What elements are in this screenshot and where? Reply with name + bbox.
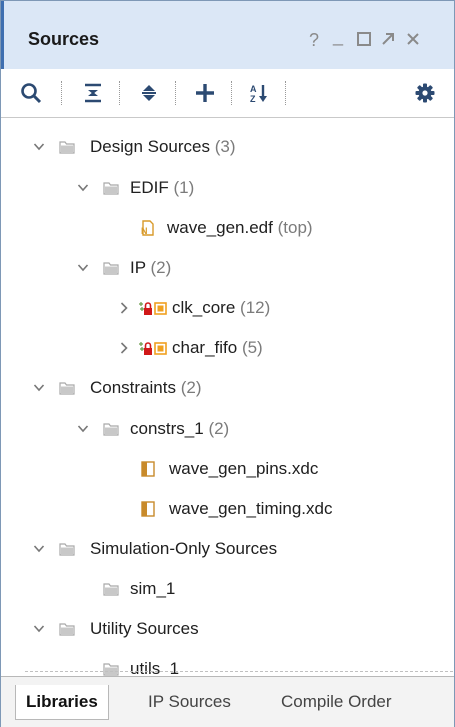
tree-node-timing-xdc[interactable]: wave_gen_timing.xdc <box>1 495 454 523</box>
chevron-down-icon[interactable] <box>33 535 45 563</box>
toolbar-separator <box>285 81 287 105</box>
chevron-right-icon[interactable] <box>118 334 130 362</box>
folder-icon <box>103 663 119 676</box>
add-sources-button[interactable] <box>191 79 219 107</box>
folder-icon <box>103 262 119 275</box>
settings-button[interactable] <box>411 79 439 107</box>
tree-node-utility-sources[interactable]: Utility Sources <box>1 615 454 643</box>
netlist-file-icon: N <box>141 220 154 236</box>
folder-icon <box>103 583 119 596</box>
collapse-all-button[interactable] <box>79 79 107 107</box>
sort-icon: A Z <box>250 84 267 104</box>
tab-compile-order[interactable]: Compile Order <box>271 685 402 719</box>
bottom-tab-bar: Libraries IP Sources Compile Order <box>1 676 454 727</box>
chevron-down-icon[interactable] <box>33 374 45 402</box>
tree-node-pins-xdc[interactable]: wave_gen_pins.xdc <box>1 455 454 483</box>
toolbar-separator <box>175 81 177 105</box>
tree-node-design-sources[interactable]: Design Sources (3) <box>1 133 454 161</box>
tree-label: Utility Sources <box>90 619 199 638</box>
locked-ip-icon <box>139 302 167 315</box>
panel-title: Sources <box>28 29 100 49</box>
folder-icon <box>103 182 119 195</box>
tree-label: IP (2) <box>130 258 172 277</box>
search-button[interactable] <box>17 79 45 107</box>
help-button[interactable]: ? <box>309 31 319 49</box>
tree-node-utils-1[interactable]: utils_1 <box>1 655 454 676</box>
tree-label: clk_core (12) <box>172 298 271 317</box>
maximize-button[interactable] <box>356 31 372 50</box>
svg-text:Z: Z <box>250 94 256 104</box>
toolbar-separator <box>231 81 233 105</box>
folder-icon <box>59 382 75 395</box>
constraint-file-icon <box>141 461 155 477</box>
locked-ip-icon <box>139 342 167 355</box>
sources-toolbar: A Z <box>1 69 454 118</box>
sources-panel: Sources ? _ A Z Design Sources (3) EDIF … <box>0 0 455 727</box>
float-icon <box>382 33 394 45</box>
expand-all-icon <box>142 85 156 101</box>
tab-libraries[interactable]: Libraries <box>15 685 109 720</box>
tab-ip-sources[interactable]: IP Sources <box>138 685 241 719</box>
chevron-down-icon[interactable] <box>77 174 89 202</box>
tree-node-char-fifo[interactable]: char_fifo (5) <box>1 334 454 362</box>
folder-icon <box>59 543 75 556</box>
tree-node-edif[interactable]: EDIF (1) <box>1 174 454 202</box>
tree-label: Constraints (2) <box>90 378 202 397</box>
constraint-file-icon <box>141 501 155 517</box>
tree-label: wave_gen.edf (top) <box>167 218 313 237</box>
plus-icon <box>196 84 214 102</box>
svg-text:A: A <box>250 84 257 94</box>
collapse-all-icon <box>85 83 101 103</box>
expand-all-button[interactable] <box>135 79 163 107</box>
sort-button[interactable]: A Z <box>245 79 273 107</box>
tree-label: char_fifo (5) <box>172 338 263 357</box>
folder-icon <box>103 423 119 436</box>
chevron-down-icon[interactable] <box>33 615 45 643</box>
panel-title-bar: Sources ? _ <box>1 1 454 69</box>
tree-divider <box>25 671 453 672</box>
tree-label: Simulation-Only Sources <box>90 539 278 558</box>
tree-node-simulation-sources[interactable]: Simulation-Only Sources <box>1 535 454 563</box>
tree-node-wave-gen-edf[interactable]: N wave_gen.edf (top) <box>1 214 454 242</box>
tree-node-constraints[interactable]: Constraints (2) <box>1 374 454 402</box>
chevron-down-icon[interactable] <box>77 415 89 443</box>
toolbar-separator <box>61 81 63 105</box>
tree-node-ip[interactable]: IP (2) <box>1 254 454 282</box>
folder-icon <box>59 141 75 154</box>
close-button[interactable] <box>405 31 421 50</box>
tree-node-clk-core[interactable]: clk_core (12) <box>1 294 454 322</box>
folder-icon <box>59 623 75 636</box>
svg-text:N: N <box>141 226 148 236</box>
tree-label: wave_gen_pins.xdc <box>169 459 319 478</box>
tree-label: utils_1 <box>130 659 180 676</box>
minimize-button[interactable]: _ <box>333 27 343 45</box>
tree-label: wave_gen_timing.xdc <box>169 499 333 518</box>
tree-label: constrs_1 (2) <box>130 419 230 438</box>
chevron-down-icon[interactable] <box>33 133 45 161</box>
chevron-right-icon[interactable] <box>118 294 130 322</box>
tree-label: EDIF (1) <box>130 178 195 197</box>
close-icon <box>407 33 419 45</box>
tree-node-sim-1[interactable]: sim_1 <box>1 575 454 603</box>
tree-label: Design Sources (3) <box>90 137 236 156</box>
maximize-icon <box>357 32 371 46</box>
tree-label: sim_1 <box>130 579 176 598</box>
gear-icon <box>415 83 435 103</box>
search-icon <box>21 83 42 104</box>
chevron-down-icon[interactable] <box>77 254 89 282</box>
float-button[interactable] <box>380 31 396 50</box>
tree-node-constrs-1[interactable]: constrs_1 (2) <box>1 415 454 443</box>
toolbar-separator <box>119 81 121 105</box>
sources-tree: Design Sources (3) EDIF (1) N wave_gen.e… <box>1 118 454 676</box>
